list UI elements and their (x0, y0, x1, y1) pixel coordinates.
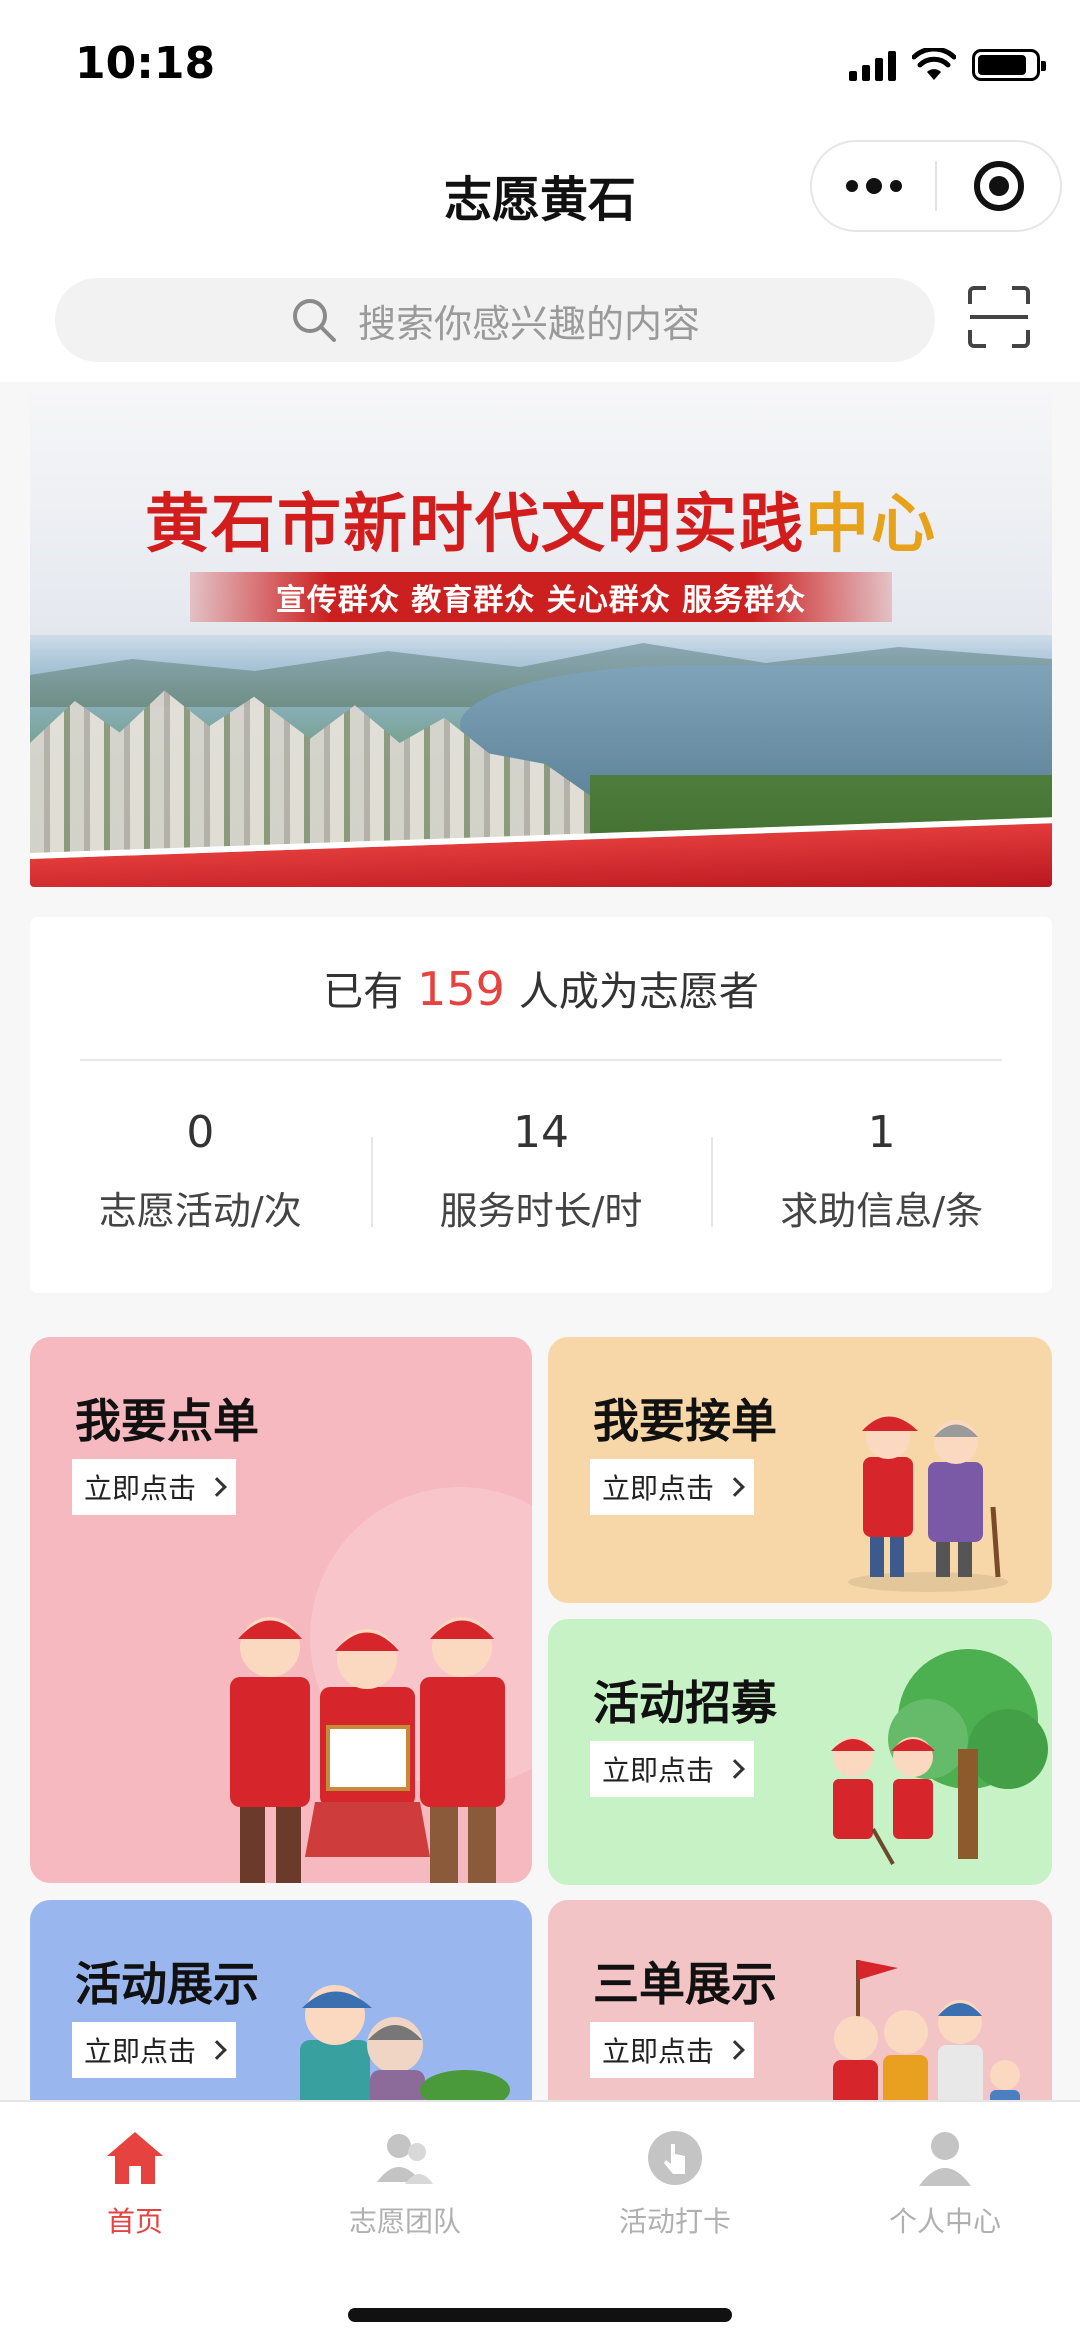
hero-banner[interactable]: 黄石市新时代文明实践中心 宣传群众 教育群众 关心群众 服务群众 (30, 395, 1052, 887)
tile-title: 活动展示 (75, 1957, 259, 2011)
tile-title: 活动招募 (593, 1676, 777, 1730)
tab-label: 活动打卡 (618, 2205, 731, 2238)
tile-go-button[interactable]: 立即点击 (590, 1741, 755, 1797)
tab-personal-center[interactable]: 个人中心 (810, 2102, 1080, 2272)
volunteer-count: 159 (417, 962, 505, 1016)
navigation-bar: 志愿黄石 (0, 130, 1080, 250)
helping-elderly-illustration (848, 1415, 1008, 1592)
search-icon (292, 299, 336, 342)
chevron-right-icon (725, 2040, 745, 2060)
cellular-signal-icon (849, 49, 896, 81)
tile-go-button[interactable]: 立即点击 (72, 2022, 237, 2078)
team-icon (377, 2134, 433, 2184)
wifi-icon (912, 48, 956, 80)
chevron-right-icon (207, 1477, 227, 1497)
stat-service-hours: 14 服务时长/时 (370, 1107, 712, 1235)
scan-icon[interactable] (966, 284, 1032, 350)
tab-label: 首页 (106, 2205, 163, 2238)
chevron-right-icon (725, 1759, 745, 1779)
volunteers-illustration (230, 1617, 505, 1883)
tile-go-button[interactable]: 立即点击 (72, 1459, 237, 1515)
tab-home[interactable]: 首页 (0, 2102, 270, 2272)
status-time: 10:18 (75, 38, 216, 89)
tile-place-order[interactable]: 我要点单 立即点击 (30, 1337, 532, 1883)
tab-volunteer-team[interactable]: 志愿团队 (270, 2102, 540, 2272)
stat-activities: 0 志愿活动/次 (98, 1107, 302, 1233)
bottom-tab-bar: 首页 志愿团队 活动打卡 个人中心 (0, 2100, 1080, 2338)
tab-activity-checkin[interactable]: 活动打卡 (540, 2102, 810, 2272)
home-icon (107, 2132, 163, 2184)
tab-label: 志愿团队 (348, 2205, 461, 2238)
stat-help-requests: 1 求助信息/条 (711, 1107, 1052, 1235)
tile-title: 我要点单 (75, 1394, 259, 1448)
more-button[interactable] (812, 142, 935, 230)
status-icons (849, 48, 1046, 82)
volunteer-stats-card: 已有 159 人成为志愿者 0 志愿活动/次 14 服务时长/时 1 求助信息/条 (30, 917, 1052, 1293)
target-icon (973, 161, 1024, 211)
tile-activity-recruit[interactable]: 活动招募 立即点击 (548, 1619, 1052, 1885)
status-bar: 10:18 (0, 0, 1080, 130)
banner-slogan: 宣传群众 教育群众 关心群众 服务群众 (190, 572, 892, 622)
tile-go-button[interactable]: 立即点击 (590, 1459, 755, 1515)
miniprogram-capsule (810, 140, 1062, 232)
banner-headline: 黄石市新时代文明实践中心 (145, 487, 937, 562)
tile-take-order[interactable]: 我要接单 立即点击 (548, 1337, 1052, 1603)
more-dots-icon (845, 178, 902, 194)
home-indicator[interactable] (348, 2308, 732, 2322)
search-area: 搜索你感兴趣的内容 (0, 250, 1080, 382)
tile-go-button[interactable]: 立即点击 (590, 2022, 755, 2078)
chevron-right-icon (207, 2040, 227, 2060)
tile-title: 我要接单 (593, 1394, 777, 1448)
tap-icon (648, 2131, 702, 2185)
chevron-right-icon (725, 1477, 745, 1497)
search-input[interactable]: 搜索你感兴趣的内容 (55, 278, 935, 362)
tab-label: 个人中心 (888, 2205, 1001, 2238)
volunteer-count-line: 已有 159 人成为志愿者 (323, 962, 759, 1016)
person-icon (919, 2132, 971, 2186)
tree-planting-illustration (831, 1649, 1048, 1865)
tile-title: 三单展示 (593, 1957, 777, 2011)
search-placeholder: 搜索你感兴趣的内容 (357, 301, 700, 346)
close-miniprogram-button[interactable] (937, 142, 1060, 230)
battery-icon (972, 49, 1046, 81)
